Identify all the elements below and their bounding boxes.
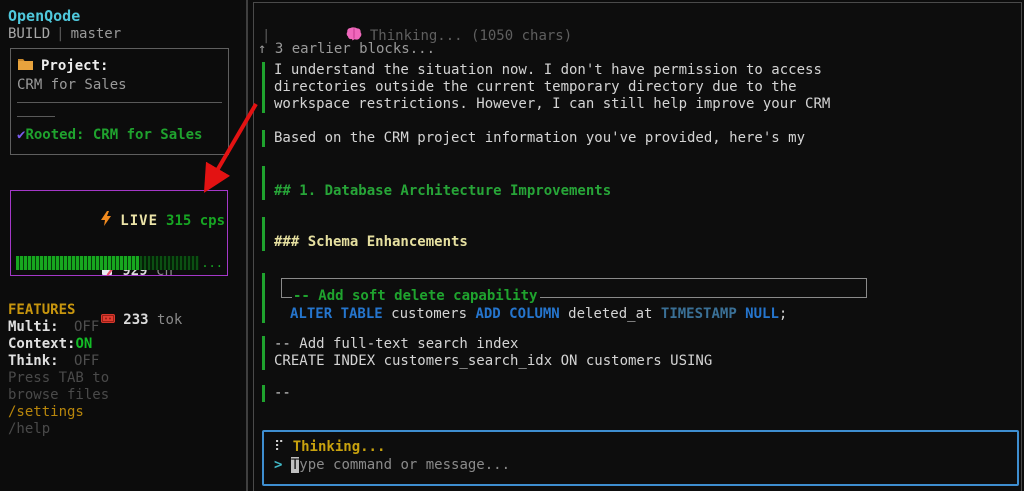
lightning-icon bbox=[17, 195, 112, 246]
stream-partial-block: -- bbox=[262, 385, 291, 402]
tab-hint-line1: Press TAB to bbox=[8, 370, 109, 387]
chat-panel: | Thinking... (1050 chars) ↑ 3 earlier b… bbox=[253, 2, 1022, 491]
command-input-line[interactable]: > Type command or message... bbox=[274, 456, 1007, 474]
paragraph-line: directories outside the current temporar… bbox=[274, 79, 830, 96]
paragraph-line: workspace restrictions. However, I can s… bbox=[274, 96, 830, 113]
sidebar: OpenQode BUILD|master Project: CRM for S… bbox=[0, 0, 246, 491]
sql-plain-block: -- Add full-text search index CREATE IND… bbox=[262, 336, 712, 370]
command-input-box[interactable]: ⠏ Thinking... > Type command or message.… bbox=[262, 430, 1019, 486]
earlier-blocks-indicator[interactable]: ↑ 3 earlier blocks... bbox=[258, 41, 435, 58]
help-command[interactable]: /help bbox=[8, 421, 109, 438]
project-panel: Project: CRM for Sales ✔Rooted: CRM for … bbox=[10, 48, 229, 155]
memo-icon bbox=[17, 246, 114, 296]
project-label: Project: bbox=[41, 58, 108, 74]
openqode-terminal-app: OpenQode BUILD|master Project: CRM for S… bbox=[0, 0, 1024, 491]
prompt-chevron: > bbox=[274, 457, 291, 473]
spinner-icon: ⠏ bbox=[274, 439, 284, 455]
divider bbox=[17, 102, 222, 103]
tab-hint-line2: browse files bbox=[8, 387, 109, 404]
panel-separator bbox=[246, 0, 248, 491]
markdown-heading2: ## 1. Database Architecture Improvements bbox=[262, 166, 611, 200]
tokens-unit: tok bbox=[157, 312, 182, 328]
tokens-value: 233 bbox=[123, 312, 148, 328]
progress-track bbox=[16, 256, 199, 270]
markdown-heading3: ### Schema Enhancements bbox=[262, 217, 468, 251]
separator-glyph: | bbox=[50, 26, 70, 42]
folder-icon bbox=[17, 57, 34, 75]
cps-rate: 315 cps bbox=[166, 213, 233, 229]
git-branch-label: master bbox=[71, 26, 122, 42]
stream-progress-bar: ... bbox=[16, 256, 223, 270]
assistant-paragraph: I understand the situation now. I don't … bbox=[262, 62, 830, 113]
divider-short bbox=[17, 116, 55, 117]
rooted-text: Rooted: CRM for Sales bbox=[25, 127, 202, 143]
input-placeholder: ype command or message... bbox=[299, 457, 510, 473]
project-name: CRM for Sales bbox=[17, 77, 222, 93]
feature-think: Think:OFF bbox=[8, 353, 109, 370]
sql-statement: ALTER TABLE customers ADD COLUMN deleted… bbox=[290, 306, 787, 322]
progress-ellipsis: ... bbox=[199, 258, 223, 268]
settings-command[interactable]: /settings bbox=[8, 404, 109, 421]
paragraph-line: I understand the situation now. I don't … bbox=[274, 62, 830, 79]
app-title: OpenQode bbox=[8, 7, 80, 25]
feature-context: Context:ON bbox=[8, 336, 109, 353]
build-label: BUILD bbox=[8, 26, 50, 42]
sql-comment: -- Add soft delete capability bbox=[292, 288, 540, 304]
features-title: FEATURES bbox=[8, 302, 109, 319]
progress-fill bbox=[16, 256, 139, 270]
rooted-status: ✔Rooted: CRM for Sales bbox=[17, 127, 222, 143]
input-status-text: Thinking... bbox=[293, 439, 386, 455]
input-status-row: ⠏ Thinking... bbox=[274, 438, 1007, 456]
sql-comment-line: -- Add full-text search index bbox=[274, 336, 712, 353]
features-section: FEATURES Multi:OFF Context:ON Think:OFF … bbox=[8, 302, 109, 438]
live-stats-panel: LIVE 315 cps 929 ch 233 tok ... bbox=[10, 190, 228, 276]
feature-multi: Multi:OFF bbox=[8, 319, 109, 336]
sql-statement-line: CREATE INDEX customers_search_idx ON cus… bbox=[274, 353, 712, 370]
assistant-paragraph: Based on the CRM project information you… bbox=[262, 130, 805, 147]
build-branch-line: BUILD|master bbox=[8, 26, 121, 42]
live-label: LIVE bbox=[120, 213, 158, 229]
paragraph-line: Based on the CRM project information you… bbox=[274, 130, 805, 147]
sql-code-block: -- Add soft delete capability ALTER TABL… bbox=[262, 273, 274, 323]
